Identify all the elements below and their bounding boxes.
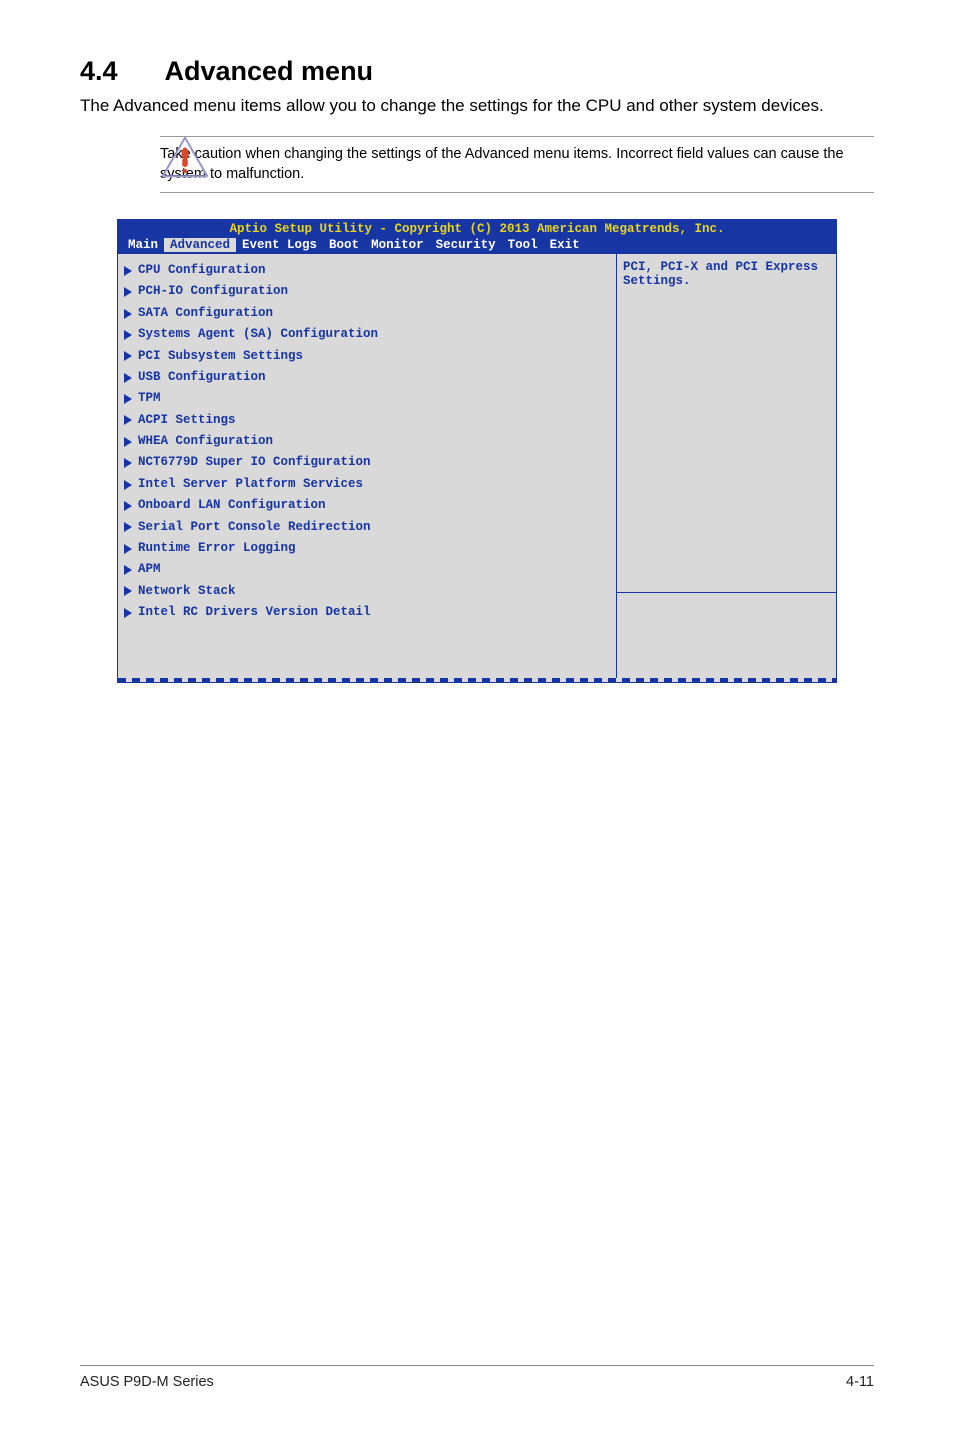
- page-footer: ASUS P9D-M Series 4-11: [80, 1365, 874, 1390]
- bios-menu-label: PCH-IO Configuration: [138, 282, 288, 301]
- bios-menu-label: CPU Configuration: [138, 261, 266, 280]
- section-title: Advanced menu: [165, 56, 374, 86]
- bios-menu-item[interactable]: Intel Server Platform Services: [124, 474, 610, 495]
- bios-tab-bar: Main Advanced Event Logs Boot Monitor Se…: [118, 238, 836, 254]
- bios-menu-label: Runtime Error Logging: [138, 539, 296, 558]
- bios-menu-label: NCT6779D Super IO Configuration: [138, 453, 371, 472]
- submenu-arrow-icon: [124, 330, 132, 340]
- bios-menu-label: Systems Agent (SA) Configuration: [138, 325, 378, 344]
- bios-title: Aptio Setup Utility - Copyright (C) 2013…: [118, 220, 836, 238]
- bios-menu-item[interactable]: Systems Agent (SA) Configuration: [124, 324, 610, 345]
- bios-menu-label: Intel Server Platform Services: [138, 475, 363, 494]
- submenu-arrow-icon: [124, 480, 132, 490]
- bios-menu-label: ACPI Settings: [138, 411, 236, 430]
- submenu-arrow-icon: [124, 415, 132, 425]
- bios-help-lower-box: [616, 592, 836, 678]
- bios-tab-tool[interactable]: Tool: [502, 238, 544, 252]
- bios-menu-item[interactable]: PCI Subsystem Settings: [124, 346, 610, 367]
- submenu-arrow-icon: [124, 309, 132, 319]
- submenu-arrow-icon: [124, 373, 132, 383]
- bios-menu-item[interactable]: Runtime Error Logging: [124, 538, 610, 559]
- caution-text: Take caution when changing the settings …: [160, 143, 874, 186]
- bios-menu-item[interactable]: USB Configuration: [124, 367, 610, 388]
- bios-menu-label: Serial Port Console Redirection: [138, 518, 371, 537]
- submenu-arrow-icon: [124, 437, 132, 447]
- bios-tab-monitor[interactable]: Monitor: [365, 238, 430, 252]
- bios-menu-label: Network Stack: [138, 582, 236, 601]
- bios-menu-label: TPM: [138, 389, 161, 408]
- bios-menu-item[interactable]: ACPI Settings: [124, 410, 610, 431]
- bios-menu-label: Onboard LAN Configuration: [138, 496, 326, 515]
- bios-menu-item[interactable]: TPM: [124, 388, 610, 409]
- submenu-arrow-icon: [124, 544, 132, 554]
- bios-tab-advanced[interactable]: Advanced: [164, 238, 236, 252]
- bios-menu-label: APM: [138, 560, 161, 579]
- submenu-arrow-icon: [124, 522, 132, 532]
- bios-tab-main[interactable]: Main: [122, 238, 164, 252]
- bios-menu-item[interactable]: CPU Configuration: [124, 260, 610, 281]
- submenu-arrow-icon: [124, 565, 132, 575]
- submenu-arrow-icon: [124, 266, 132, 276]
- bios-menu-item[interactable]: Network Stack: [124, 581, 610, 602]
- bios-menu-item[interactable]: SATA Configuration: [124, 303, 610, 324]
- bios-menu-label: USB Configuration: [138, 368, 266, 387]
- submenu-arrow-icon: [124, 608, 132, 618]
- caution-icon: [160, 136, 210, 185]
- bios-menu-item[interactable]: Onboard LAN Configuration: [124, 495, 610, 516]
- bios-menu-item[interactable]: APM: [124, 559, 610, 580]
- bios-tab-security[interactable]: Security: [430, 238, 502, 252]
- footer-left: ASUS P9D-M Series: [80, 1374, 214, 1390]
- bios-menu-label: WHEA Configuration: [138, 432, 273, 451]
- footer-right: 4-11: [846, 1374, 874, 1390]
- bios-menu-item[interactable]: Serial Port Console Redirection: [124, 517, 610, 538]
- bios-menu-label: SATA Configuration: [138, 304, 273, 323]
- submenu-arrow-icon: [124, 501, 132, 511]
- bios-tab-eventlogs[interactable]: Event Logs: [236, 238, 323, 252]
- submenu-arrow-icon: [124, 287, 132, 297]
- submenu-arrow-icon: [124, 458, 132, 468]
- bios-screenshot: Aptio Setup Utility - Copyright (C) 2013…: [117, 219, 837, 683]
- bios-menu-item[interactable]: WHEA Configuration: [124, 431, 610, 452]
- bios-tab-boot[interactable]: Boot: [323, 238, 365, 252]
- lead-paragraph: The Advanced menu items allow you to cha…: [80, 95, 874, 118]
- bios-bottom-divider: [118, 678, 836, 682]
- bios-menu-label: PCI Subsystem Settings: [138, 347, 303, 366]
- bios-tab-exit[interactable]: Exit: [544, 238, 586, 252]
- bios-menu-item[interactable]: Intel RC Drivers Version Detail: [124, 602, 610, 623]
- section-number: 4.4: [80, 56, 158, 87]
- submenu-arrow-icon: [124, 351, 132, 361]
- bios-menu-list: CPU Configuration PCH-IO Configuration S…: [118, 254, 616, 678]
- bios-help-text: PCI, PCI-X and PCI Express Settings.: [623, 260, 830, 288]
- section-heading: 4.4 Advanced menu: [80, 56, 874, 87]
- bios-menu-label: Intel RC Drivers Version Detail: [138, 603, 371, 622]
- bios-menu-item[interactable]: NCT6779D Super IO Configuration: [124, 452, 610, 473]
- submenu-arrow-icon: [124, 586, 132, 596]
- bios-menu-item[interactable]: PCH-IO Configuration: [124, 281, 610, 302]
- caution-block: Take caution when changing the settings …: [160, 136, 874, 193]
- submenu-arrow-icon: [124, 394, 132, 404]
- bios-help-pane: PCI, PCI-X and PCI Express Settings.: [616, 254, 836, 678]
